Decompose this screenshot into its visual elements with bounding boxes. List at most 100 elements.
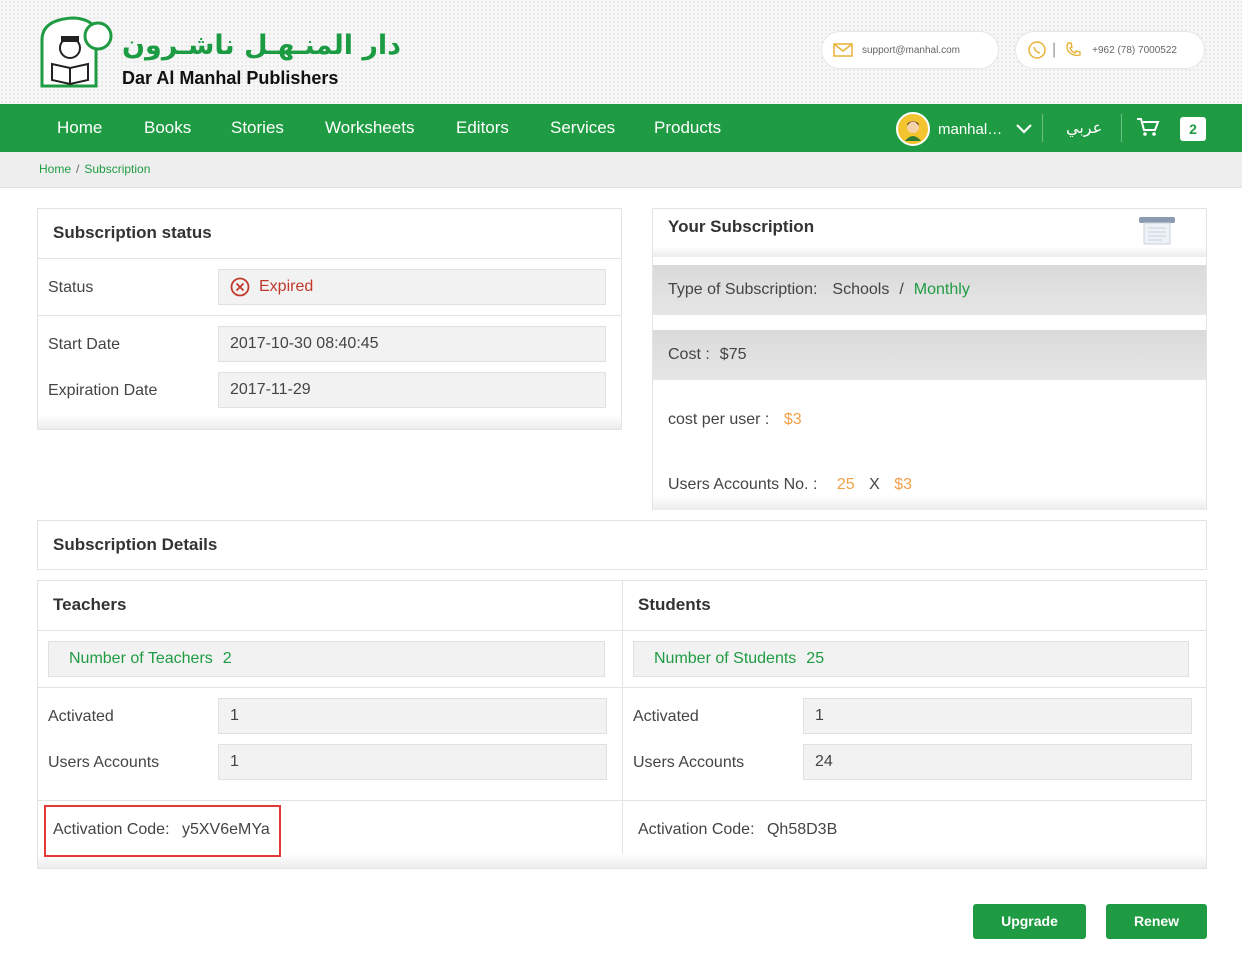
nav-books[interactable]: Books	[144, 104, 191, 152]
type-separator: /	[899, 281, 904, 298]
phone-contact[interactable]: | +962 (78) 7000522	[1015, 31, 1205, 69]
status-value: Expired	[259, 278, 314, 295]
printer-icon[interactable]	[1137, 215, 1177, 245]
teachers-accounts-field: 1	[218, 744, 607, 780]
students-activation-code: Activation Code: Qh58D3B	[638, 821, 837, 839]
main-nav: Home Books Stories Worksheets Editors Se…	[0, 104, 1242, 152]
number-of-teachers-value: 2	[222, 650, 232, 667]
divider	[38, 258, 621, 259]
site-header: دار المنـهـل ناشـرون Dar Al Manhal Publi…	[0, 0, 1242, 104]
students-activated-field: 1	[803, 698, 1192, 734]
divider	[623, 687, 1206, 688]
divider	[623, 630, 1206, 631]
period-value: Monthly	[913, 281, 970, 298]
avatar-icon	[896, 112, 930, 146]
nav-divider	[1042, 114, 1043, 142]
divider	[38, 315, 621, 316]
students-activated-label: Activated	[633, 708, 699, 725]
user-menu[interactable]: manhal_...	[896, 112, 1032, 146]
breadcrumb-current: Subscription	[84, 162, 151, 176]
nav-home[interactable]: Home	[57, 104, 102, 152]
whatsapp-icon	[1026, 39, 1048, 61]
user-accounts-price: $3	[894, 476, 913, 493]
panel-title: Subscription status	[53, 223, 212, 242]
number-of-students-value: 25	[806, 650, 825, 667]
column-divider	[622, 581, 623, 868]
number-of-students-label: Number of Students	[654, 650, 797, 667]
breadcrumb: Home / Subscription	[39, 162, 150, 176]
expiration-date-field: 2017-11-29	[218, 372, 606, 408]
breadcrumb-separator: /	[76, 162, 80, 176]
brand-english: Dar Al Manhal Publishers	[122, 68, 339, 88]
nav-worksheets[interactable]: Worksheets	[325, 104, 414, 152]
divider	[623, 800, 1206, 801]
email-contact[interactable]: support@manhal.com	[821, 31, 999, 69]
language-switch[interactable]: عربي	[1066, 104, 1102, 152]
cost-row: Cost : $75	[653, 330, 1206, 380]
multiply-sign: X	[869, 476, 880, 493]
logo-mark-icon	[40, 16, 113, 88]
cart-count-badge[interactable]: 2	[1180, 117, 1206, 141]
cost-per-user-label: cost per user :	[668, 411, 770, 428]
cost-per-user-value: $3	[783, 411, 802, 428]
divider	[38, 687, 622, 688]
divider	[38, 800, 622, 801]
students-accounts-label: Users Accounts	[633, 754, 745, 771]
teachers-title: Teachers	[53, 595, 127, 614]
expiration-date-label: Expiration Date	[48, 382, 158, 399]
subscription-type-row: Type of Subscription: Schools / Monthly	[653, 265, 1206, 315]
students-accounts-field: 24	[803, 744, 1192, 780]
students-title: Students	[638, 595, 711, 614]
cart-icon[interactable]	[1136, 117, 1160, 137]
user-accounts-count: 25	[836, 476, 855, 493]
phone-text: +962 (78) 7000522	[1092, 44, 1177, 56]
panel-title: Subscription Details	[53, 535, 218, 554]
students-code-value: Qh58D3B	[766, 821, 838, 838]
brand-arabic: دار المنـهـل ناشـرون	[122, 30, 402, 61]
nav-divider	[1121, 114, 1122, 142]
email-text: support@manhal.com	[862, 44, 960, 56]
chevron-down-icon	[1016, 124, 1032, 134]
your-subscription-panel: Your Subscription Type of Subscription: …	[652, 208, 1207, 510]
subscription-details-header: Subscription Details	[37, 520, 1207, 570]
cost-value: $75	[719, 346, 747, 363]
user-accounts-row: Users Accounts No. : 25 X $3	[668, 476, 912, 494]
mail-icon	[832, 39, 854, 61]
renew-button[interactable]: Renew	[1106, 904, 1207, 939]
teachers-accounts-label: Users Accounts	[48, 754, 160, 771]
contact-separator: |	[1052, 41, 1057, 58]
breadcrumb-bar: Home / Subscription	[0, 152, 1242, 188]
status-field: Expired	[218, 269, 606, 305]
expired-x-icon	[230, 277, 250, 297]
type-value: Schools	[832, 281, 890, 298]
teachers-activated-field: 1	[218, 698, 607, 734]
start-date-field: 2017-10-30 08:40:45	[218, 326, 606, 362]
start-date-label: Start Date	[48, 336, 121, 353]
number-of-students-field: Number of Students 25	[633, 641, 1189, 677]
phone-icon	[1062, 39, 1084, 61]
status-label: Status	[48, 279, 94, 296]
teachers-activated-label: Activated	[48, 708, 114, 725]
user-accounts-label: Users Accounts No. :	[668, 476, 818, 493]
activation-code-highlight	[44, 805, 281, 857]
subscription-status-panel: Subscription status Status Expired Start…	[37, 208, 622, 430]
number-of-teachers-field: Number of Teachers 2	[48, 641, 605, 677]
logo[interactable]: دار المنـهـل ناشـرون Dar Al Manhal Publi…	[38, 14, 401, 88]
breadcrumb-home[interactable]: Home	[39, 162, 71, 176]
type-label: Type of Subscription:	[668, 281, 818, 298]
upgrade-button[interactable]: Upgrade	[973, 904, 1086, 939]
divider	[38, 630, 622, 631]
number-of-teachers-label: Number of Teachers	[69, 650, 213, 667]
cost-per-user-row: cost per user : $3	[668, 411, 802, 429]
user-name: manhal_...	[938, 120, 1006, 138]
nav-products[interactable]: Products	[654, 104, 721, 152]
nav-stories[interactable]: Stories	[231, 104, 284, 152]
cost-label: Cost :	[668, 346, 710, 363]
students-code-label: Activation Code:	[638, 821, 755, 838]
nav-editors[interactable]: Editors	[456, 104, 509, 152]
nav-services[interactable]: Services	[550, 104, 615, 152]
panel-shadow	[38, 415, 621, 429]
panel-shadow	[653, 496, 1206, 510]
panel-shadow	[653, 247, 1206, 257]
panel-title: Your Subscription	[668, 217, 815, 236]
